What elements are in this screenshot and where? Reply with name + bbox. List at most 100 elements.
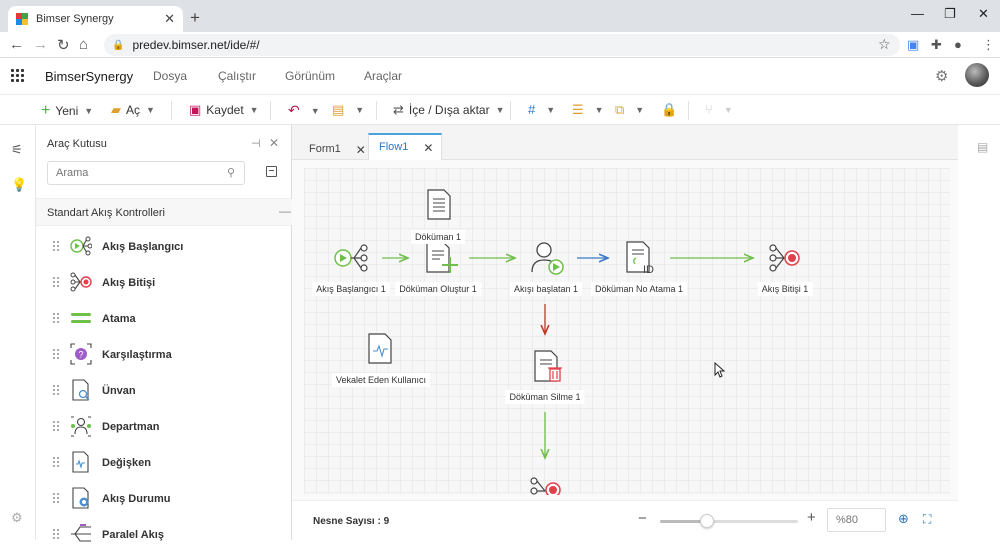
toolbox-item[interactable]: Ünvan	[36, 373, 292, 409]
window-close-icon[interactable]: ✕	[978, 6, 989, 22]
toolbox-search-input[interactable]	[47, 161, 245, 185]
zoom-out-icon[interactable]: −	[638, 510, 647, 527]
chevron-down-icon: ▼	[495, 105, 505, 115]
translate-icon[interactable]: ▣	[907, 37, 919, 53]
toolbox-item[interactable]: Paralel Akış	[36, 517, 292, 553]
toolbox-item[interactable]: Değişken	[36, 445, 292, 481]
drag-handle-icon[interactable]	[53, 349, 59, 359]
drag-handle-icon[interactable]	[53, 385, 59, 395]
node-label-flow-started[interactable]: Akışı başlatan 1	[509, 282, 583, 296]
node-label-doc-create[interactable]: Döküman Oluştur 1	[395, 282, 481, 296]
menu-gorunum[interactable]: Görünüm	[285, 69, 335, 83]
drag-handle-icon[interactable]	[53, 313, 59, 323]
zoom-slider[interactable]	[660, 514, 798, 528]
left-rail: ⚟ 💡 ⚙	[0, 125, 36, 540]
toolbox-item[interactable]: Atama	[36, 301, 292, 337]
drag-handle-icon[interactable]	[53, 457, 59, 467]
parallel-flow-icon	[70, 523, 92, 545]
forward-icon[interactable]: →	[33, 36, 48, 53]
toolbox-item[interactable]: Departman	[36, 409, 292, 445]
browser-titlebar: Bimser Synergy ✕ + — ❐ ✕	[0, 0, 1000, 32]
node-label-doc-delete[interactable]: Döküman Silme 1	[505, 390, 585, 404]
zoom-fit-icon[interactable]: ⊕	[898, 511, 909, 527]
undo-button[interactable]: ↶ ▼	[288, 102, 320, 119]
node-start-icon	[334, 244, 368, 272]
close-tab-icon[interactable]: ✕	[164, 11, 175, 27]
minimize-icon[interactable]: —	[911, 6, 924, 21]
toolbox-item[interactable]: Akış Bitişi	[36, 265, 292, 301]
new-tab-icon[interactable]: +	[190, 8, 200, 28]
search-icon[interactable]: ⚲	[227, 166, 235, 179]
menu-calistir[interactable]: Çalıştır	[218, 69, 256, 83]
profile-icon[interactable]: ●	[954, 37, 962, 52]
lightbulb-icon[interactable]: 💡	[11, 177, 27, 193]
user-avatar[interactable]	[965, 63, 989, 87]
close-tab-icon[interactable]: ✕	[423, 141, 433, 155]
node-label-doc-no[interactable]: Döküman No Atama 1	[590, 282, 688, 296]
toolbar-divider	[510, 101, 511, 120]
drag-handle-icon[interactable]	[53, 241, 59, 251]
toolbox-sliders-icon[interactable]: ⚟	[11, 142, 23, 158]
toolbar-divider	[688, 101, 689, 120]
close-icon[interactable]: ✕	[269, 136, 279, 150]
settings-gear-icon[interactable]: ⚙	[935, 67, 948, 85]
svg-text:ID: ID	[643, 264, 654, 276]
toolbox-item-label: Değişken	[102, 457, 151, 469]
toolbox-item-label: Akış Başlangıcı	[102, 241, 184, 253]
tab-flow1[interactable]: Flow1 ✕	[368, 133, 443, 161]
toolbox-item[interactable]: ? Karşılaştırma	[36, 337, 292, 373]
apps-grid-icon[interactable]	[11, 69, 25, 83]
open-button[interactable]: ▰ Aç ▼	[111, 102, 155, 118]
tab-form1[interactable]: Form1 ✕	[309, 135, 366, 160]
url-field[interactable]: 🔒 predev.bimser.net/ide/#/ ☆	[104, 34, 900, 56]
node-label-start[interactable]: Akış Başlangıcı 1	[312, 282, 390, 296]
zoom-in-icon[interactable]: +	[807, 509, 816, 526]
properties-panel-icon[interactable]: ▤	[977, 140, 988, 154]
lock-button[interactable]: 🔒	[661, 102, 682, 118]
node-label-end[interactable]: Akış Bitişi 1	[757, 282, 813, 296]
drag-handle-icon[interactable]	[53, 277, 59, 287]
object-count: Nesne Sayısı : 9	[313, 516, 390, 527]
menu-araclar[interactable]: Araçlar	[364, 69, 402, 83]
home-icon[interactable]: ⌂	[79, 36, 88, 53]
zoom-slider-handle[interactable]	[699, 514, 714, 528]
align-icon: ☰	[572, 102, 584, 117]
drag-handle-icon[interactable]	[53, 421, 59, 431]
restore-icon[interactable]: ❐	[944, 6, 956, 22]
reload-icon[interactable]: ↻	[57, 36, 70, 54]
flow-canvas[interactable]: ID Akış Başlangıcı 1 Döküman 1 Döküman O…	[304, 168, 950, 495]
clipboard-button[interactable]: ▤ ▼	[332, 102, 364, 118]
browser-tab[interactable]: Bimser Synergy ✕	[8, 6, 183, 32]
toolbox-item[interactable]: Akış Durumu	[36, 481, 292, 517]
menu-dosya[interactable]: Dosya	[153, 69, 187, 83]
toolbox-item[interactable]: Akış Başlangıcı	[36, 229, 292, 265]
section-header[interactable]: Standart Akış Kontrolleri —	[36, 198, 292, 226]
import-export-button[interactable]: ⇄ İçe / Dışa aktar ▼	[393, 102, 505, 118]
bookmark-star-icon[interactable]: ☆	[878, 36, 891, 53]
hierarchy-button[interactable]: ⑂ ▼	[705, 102, 733, 117]
collapse-all-icon[interactable]	[266, 166, 277, 177]
pin-icon[interactable]: ⊣	[251, 137, 261, 150]
more-menu-icon[interactable]: ⋮	[982, 37, 995, 53]
node-label-doc1[interactable]: Döküman 1	[410, 230, 466, 244]
drag-handle-icon[interactable]	[53, 493, 59, 503]
grid-button[interactable]: # ▼	[528, 102, 555, 117]
close-tab-icon[interactable]: ✕	[356, 143, 366, 157]
address-bar: ← → ↻ ⌂ 🔒 predev.bimser.net/ide/#/ ☆ ▣ ✚…	[0, 32, 1000, 58]
zoom-input[interactable]	[827, 508, 886, 532]
chevron-down-icon: ▼	[355, 105, 365, 115]
drag-handle-icon[interactable]	[53, 529, 59, 539]
extensions-icon[interactable]: ✚	[931, 37, 942, 53]
new-button[interactable]: + Yeni ▼	[41, 102, 93, 120]
flow-settings-icon[interactable]: ⚙	[11, 510, 23, 526]
align-button[interactable]: ☰ ▼	[572, 102, 604, 118]
back-icon[interactable]: ←	[9, 36, 24, 53]
save-button[interactable]: ▣ Kaydet ▼	[189, 102, 259, 118]
save-label: Kaydet	[206, 103, 244, 117]
node-label-proxy-user[interactable]: Vekalet Eden Kullanıcı	[331, 373, 431, 387]
arrange-button[interactable]: ⧉ ▼	[615, 102, 644, 118]
collapse-section-icon[interactable]: —	[279, 204, 291, 218]
toolbar-divider	[376, 101, 377, 120]
fit-screen-icon[interactable]: ⛶	[923, 512, 931, 527]
node-doc1-icon	[427, 189, 451, 220]
